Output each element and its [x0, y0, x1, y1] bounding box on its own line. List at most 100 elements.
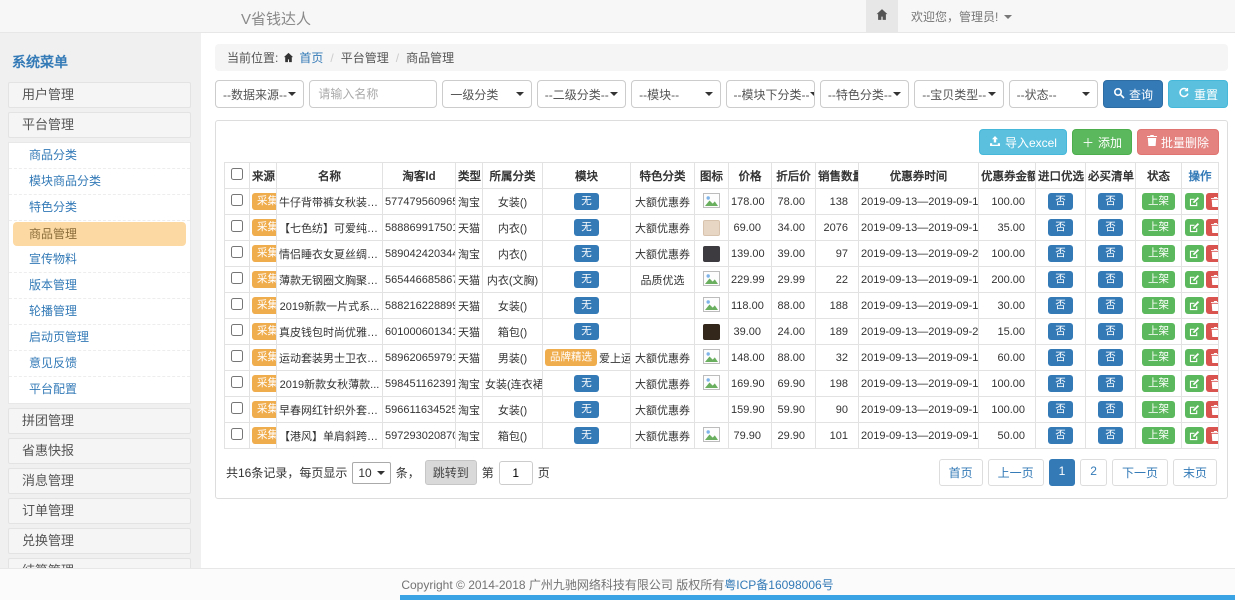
status-badge[interactable]: 上架 [1142, 271, 1175, 288]
pager-item-2[interactable]: 1 [1049, 459, 1076, 486]
module-badge[interactable]: 无 [574, 245, 599, 262]
import-excel-button[interactable]: 导入excel [979, 129, 1067, 155]
row-checkbox[interactable] [231, 272, 243, 284]
row-checkbox[interactable] [231, 350, 243, 362]
pager-item-0[interactable]: 首页 [939, 459, 983, 486]
must-buy-toggle[interactable]: 否 [1098, 323, 1123, 340]
status-badge[interactable]: 上架 [1142, 219, 1175, 236]
delete-button[interactable] [1206, 401, 1219, 418]
pager-item-3[interactable]: 2 [1080, 459, 1107, 486]
breadcrumb-home-link[interactable]: 首页 [299, 49, 323, 66]
import-select-toggle[interactable]: 否 [1048, 245, 1073, 262]
must-buy-toggle[interactable]: 否 [1098, 297, 1123, 314]
delete-button[interactable] [1206, 323, 1219, 340]
edit-button[interactable] [1185, 219, 1204, 236]
sidebar-subitem-7[interactable]: 启动页管理 [9, 325, 190, 351]
search-button[interactable]: 查询 [1103, 80, 1163, 108]
sidebar-subitem-8[interactable]: 意见反馈 [9, 351, 190, 377]
module-badge[interactable]: 无 [574, 375, 599, 392]
batch-delete-button[interactable]: 批量删除 [1137, 129, 1219, 155]
sidebar-subitem-3[interactable]: 商品管理 [13, 222, 186, 246]
row-checkbox[interactable] [231, 324, 243, 336]
bottom-scrollbar[interactable] [400, 595, 1235, 600]
import-select-toggle[interactable]: 否 [1048, 271, 1073, 288]
module-badge[interactable]: 无 [574, 401, 599, 418]
status-badge[interactable]: 上架 [1142, 245, 1175, 262]
status-badge[interactable]: 上架 [1142, 193, 1175, 210]
status-badge[interactable]: 上架 [1142, 349, 1175, 366]
edit-button[interactable] [1185, 245, 1204, 262]
module-badge[interactable]: 无 [574, 193, 599, 210]
must-buy-toggle[interactable]: 否 [1098, 245, 1123, 262]
delete-button[interactable] [1206, 349, 1219, 366]
status-badge[interactable]: 上架 [1142, 375, 1175, 392]
edit-button[interactable] [1185, 271, 1204, 288]
sidebar-subitem-9[interactable]: 平台配置 [9, 377, 190, 403]
must-buy-toggle[interactable]: 否 [1098, 401, 1123, 418]
module-badge[interactable]: 无 [574, 427, 599, 444]
must-buy-toggle[interactable]: 否 [1098, 349, 1123, 366]
status-badge[interactable]: 上架 [1142, 401, 1175, 418]
row-checkbox[interactable] [231, 220, 243, 232]
import-select-toggle[interactable]: 否 [1048, 401, 1073, 418]
filter-select-0[interactable]: 一级分类 [442, 80, 531, 108]
filter-select-6[interactable]: --状态-- [1009, 80, 1098, 108]
sidebar-item-bottom-2[interactable]: 消息管理 [8, 468, 191, 494]
import-select-toggle[interactable]: 否 [1048, 323, 1073, 340]
must-buy-toggle[interactable]: 否 [1098, 219, 1123, 236]
delete-button[interactable] [1206, 219, 1219, 236]
must-buy-toggle[interactable]: 否 [1098, 375, 1123, 392]
import-select-toggle[interactable]: 否 [1048, 375, 1073, 392]
import-select-toggle[interactable]: 否 [1048, 427, 1073, 444]
row-checkbox[interactable] [231, 298, 243, 310]
row-checkbox[interactable] [231, 402, 243, 414]
filter-select-3[interactable]: --模块下分类-- [726, 80, 815, 108]
sidebar-subitem-4[interactable]: 宣传物料 [9, 247, 190, 273]
edit-button[interactable] [1185, 375, 1204, 392]
module-badge[interactable]: 无 [574, 297, 599, 314]
page-number-input[interactable] [499, 461, 533, 485]
sidebar-item-bottom-1[interactable]: 省惠快报 [8, 438, 191, 464]
module-badge[interactable]: 无 [574, 219, 599, 236]
must-buy-toggle[interactable]: 否 [1098, 271, 1123, 288]
delete-button[interactable] [1206, 245, 1219, 262]
sidebar-subitem-5[interactable]: 版本管理 [9, 273, 190, 299]
sidebar-item-bottom-0[interactable]: 拼团管理 [8, 408, 191, 434]
filter-select-5[interactable]: --宝贝类型-- [914, 80, 1003, 108]
import-select-toggle[interactable]: 否 [1048, 297, 1073, 314]
pager-item-1[interactable]: 上一页 [988, 459, 1044, 486]
delete-button[interactable] [1206, 193, 1219, 210]
delete-button[interactable] [1206, 427, 1219, 444]
edit-button[interactable] [1185, 297, 1204, 314]
row-checkbox[interactable] [231, 428, 243, 440]
row-checkbox[interactable] [231, 376, 243, 388]
delete-button[interactable] [1206, 271, 1219, 288]
status-badge[interactable]: 上架 [1142, 297, 1175, 314]
sidebar-subitem-2[interactable]: 特色分类 [9, 195, 190, 221]
delete-button[interactable] [1206, 297, 1219, 314]
jump-button[interactable]: 跳转到 [425, 460, 477, 485]
sidebar-item-bottom-4[interactable]: 兑换管理 [8, 528, 191, 554]
filter-select-source[interactable]: --数据来源-- [215, 80, 304, 108]
edit-button[interactable] [1185, 349, 1204, 366]
pager-item-5[interactable]: 末页 [1173, 459, 1217, 486]
edit-button[interactable] [1185, 427, 1204, 444]
status-badge[interactable]: 上架 [1142, 427, 1175, 444]
import-select-toggle[interactable]: 否 [1048, 349, 1073, 366]
import-select-toggle[interactable]: 否 [1048, 219, 1073, 236]
icp-link[interactable]: 粤ICP备16098006号 [724, 576, 833, 593]
sidebar-item-platform-mgmt[interactable]: 平台管理 [8, 112, 191, 138]
edit-button[interactable] [1185, 323, 1204, 340]
select-all-checkbox[interactable] [231, 168, 243, 180]
per-page-select[interactable]: 10 [352, 462, 390, 484]
module-badge[interactable]: 无 [574, 271, 599, 288]
row-checkbox[interactable] [231, 194, 243, 206]
sidebar-subitem-1[interactable]: 模块商品分类 [9, 169, 190, 195]
user-menu[interactable]: 欢迎您，管理员! [898, 0, 1012, 33]
module-badge[interactable]: 品牌精选 [545, 349, 597, 366]
import-select-toggle[interactable]: 否 [1048, 193, 1073, 210]
pager-item-4[interactable]: 下一页 [1112, 459, 1168, 486]
filter-select-1[interactable]: --二级分类-- [537, 80, 626, 108]
must-buy-toggle[interactable]: 否 [1098, 193, 1123, 210]
status-badge[interactable]: 上架 [1142, 323, 1175, 340]
